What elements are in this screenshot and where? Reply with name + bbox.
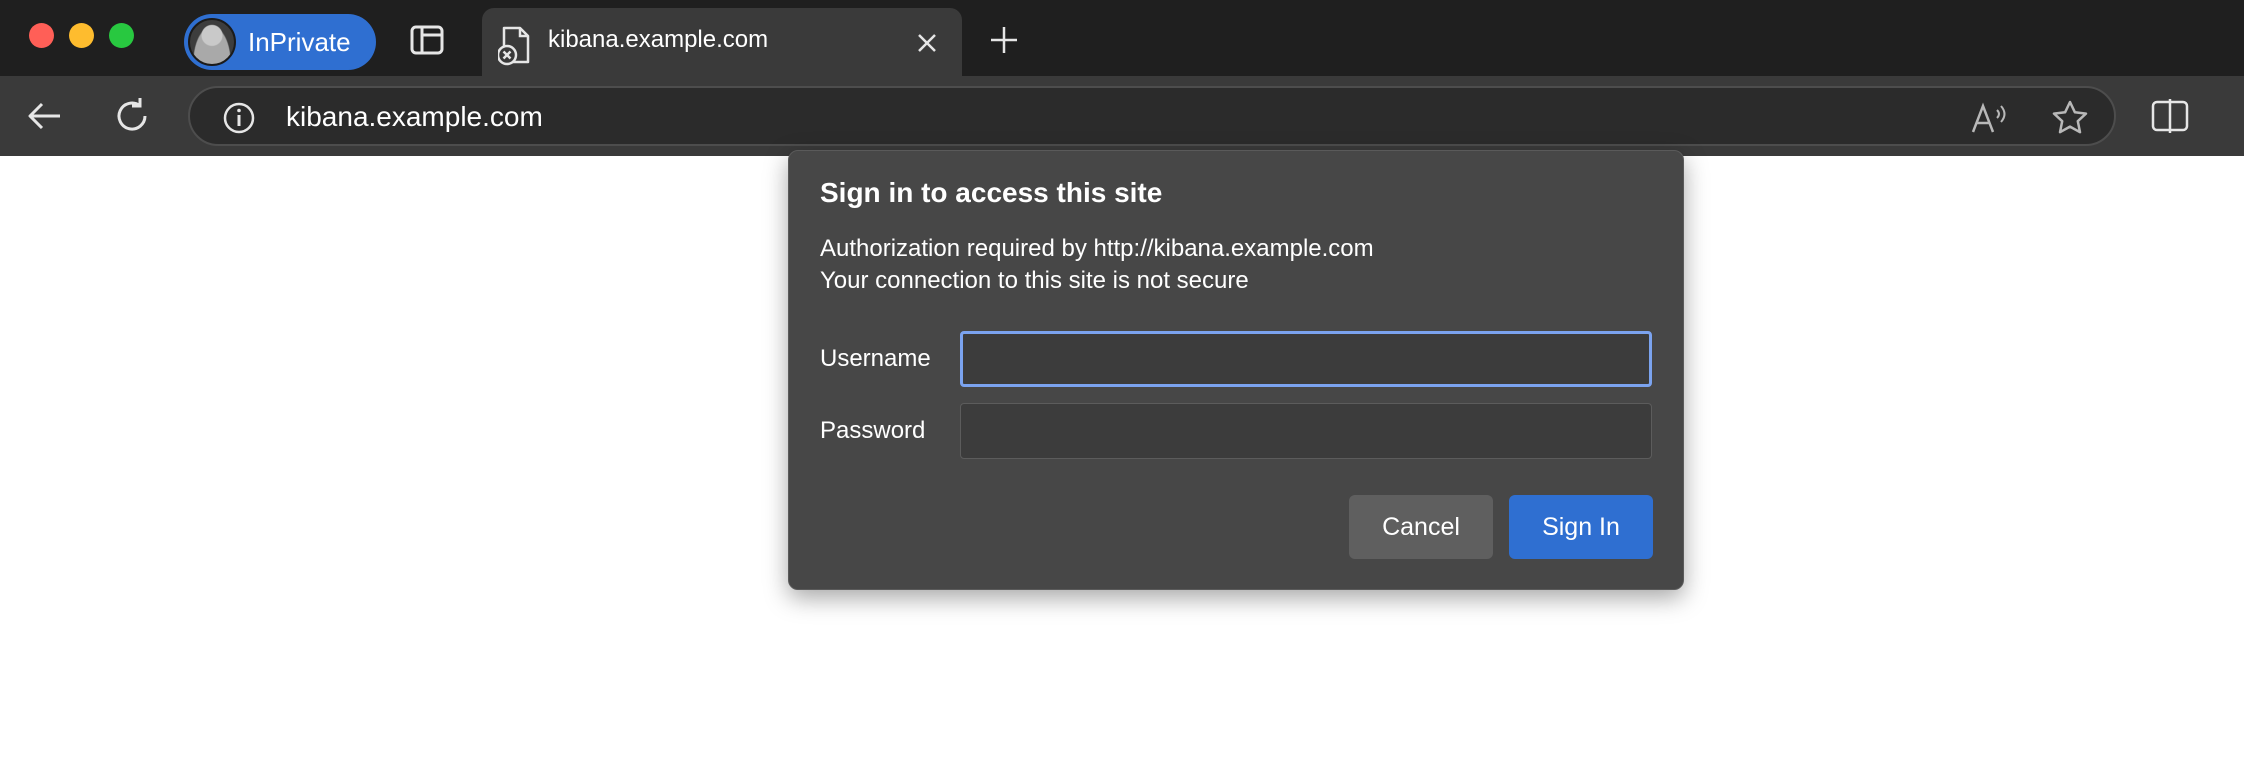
- sign-in-dialog: Sign in to access this site Authorizatio…: [788, 150, 1684, 590]
- inprivate-profile-button[interactable]: InPrivate: [184, 14, 376, 70]
- dialog-title: Sign in to access this site: [820, 177, 1163, 208]
- zoom-window-button[interactable]: [109, 23, 134, 48]
- url-text: kibana.example.com: [286, 101, 543, 132]
- username-label: Username: [820, 345, 931, 372]
- sign-in-button[interactable]: Sign In: [1509, 495, 1653, 559]
- password-label: Password: [820, 417, 926, 444]
- back-icon[interactable]: [24, 96, 64, 136]
- connection-warning: Your connection to this site is not secu…: [820, 267, 1249, 294]
- tab-actions-icon[interactable]: [410, 25, 444, 55]
- inprivate-label: InPrivate: [248, 26, 351, 57]
- title-bar: InPrivate kibana.example.com: [0, 0, 2244, 76]
- page-error-icon: [498, 26, 530, 66]
- info-icon[interactable]: [222, 101, 256, 135]
- read-aloud-icon[interactable]: [1970, 100, 2010, 136]
- tab-title: kibana.example.com: [548, 26, 769, 53]
- reload-icon[interactable]: [112, 96, 152, 136]
- avatar: [188, 18, 236, 66]
- close-window-button[interactable]: [29, 23, 54, 48]
- username-input[interactable]: [960, 331, 1652, 387]
- navigation-toolbar: kibana.example.com: [0, 76, 2244, 156]
- new-tab-icon[interactable]: [988, 24, 1020, 56]
- split-screen-icon[interactable]: [2150, 98, 2190, 134]
- minimize-window-button[interactable]: [69, 23, 94, 48]
- cancel-button[interactable]: Cancel: [1349, 495, 1493, 559]
- password-input[interactable]: [960, 403, 1652, 459]
- tab-active[interactable]: kibana.example.com: [482, 8, 962, 76]
- close-icon[interactable]: [914, 30, 940, 56]
- address-bar[interactable]: kibana.example.com: [188, 86, 2116, 146]
- favorite-icon[interactable]: [2050, 98, 2090, 138]
- authorization-message: Authorization required by http://kibana.…: [820, 235, 1374, 262]
